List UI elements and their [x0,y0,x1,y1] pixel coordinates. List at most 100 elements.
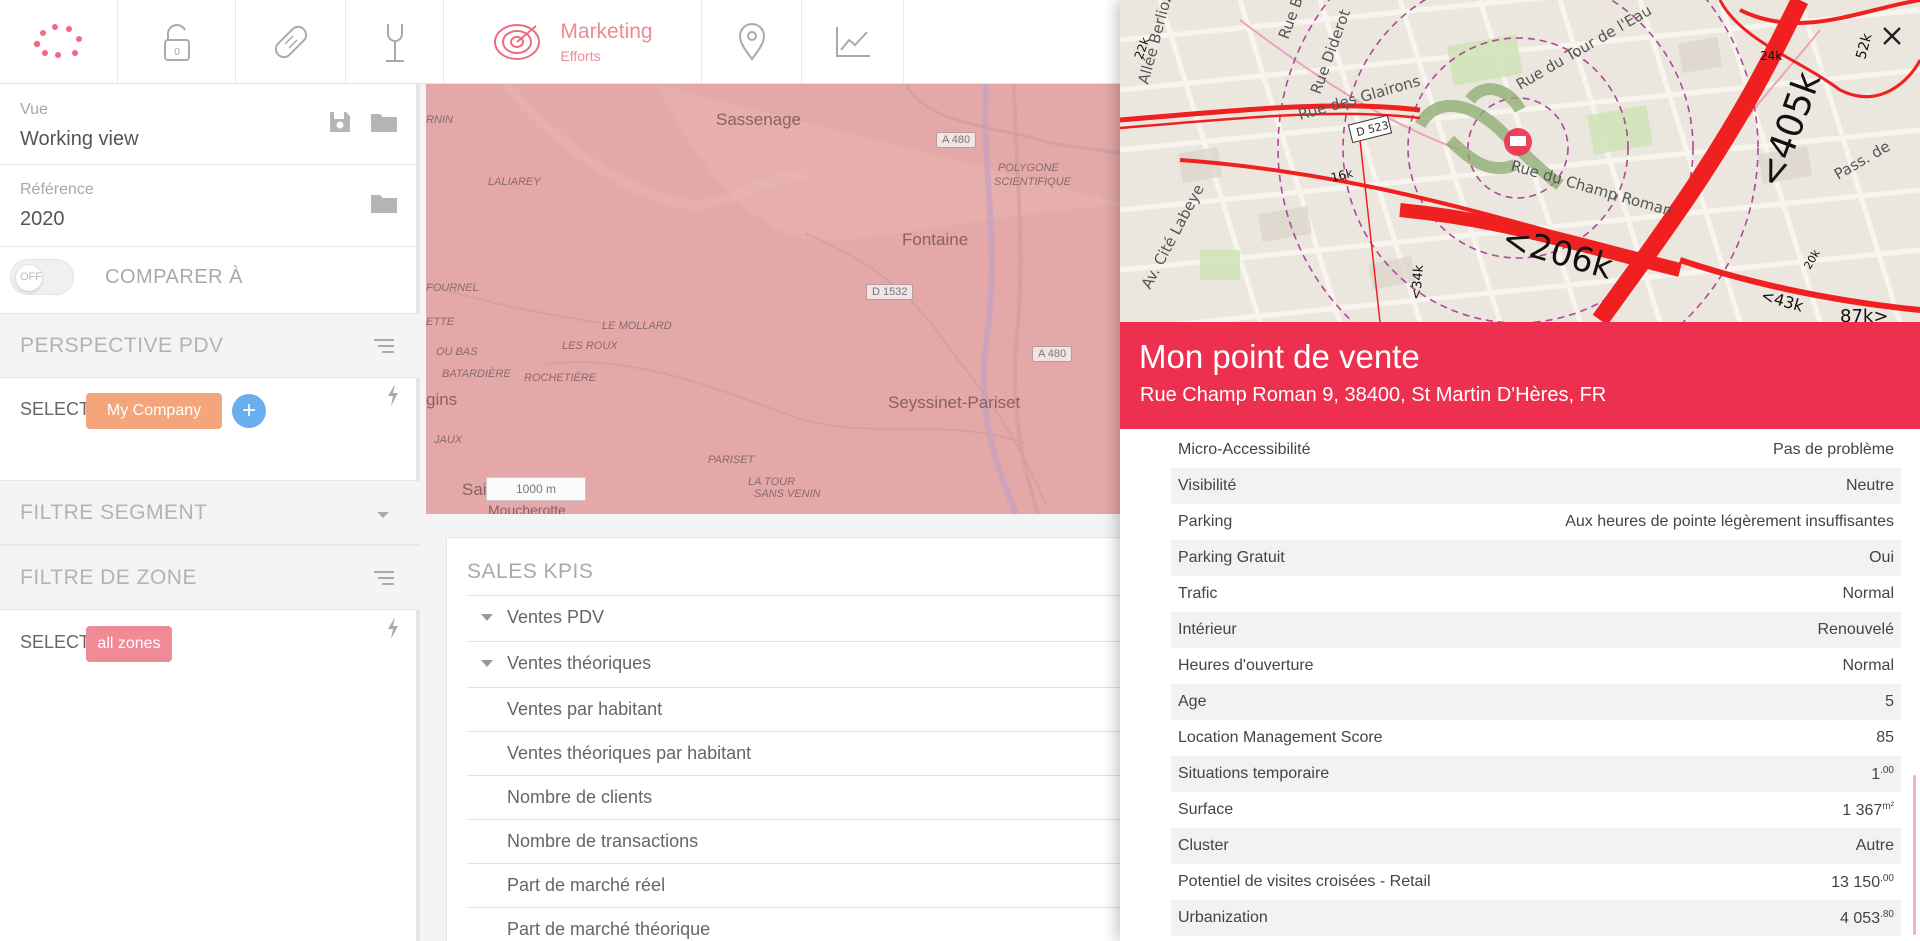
attribute-row: Age 5 [1171,684,1901,720]
nav-tools[interactable] [346,0,444,84]
chevron-down-icon[interactable] [376,511,390,519]
attribute-value: Autre [1855,837,1894,854]
street-label: Rue du Champ Roman [1509,157,1675,220]
map-features [426,84,1126,514]
add-button[interactable]: + [232,394,266,428]
attribute-value: Renouvelé [1817,621,1895,638]
zones-chip[interactable]: all zones [86,626,172,662]
kpi-row[interactable]: Nombre de transactions [467,819,1147,863]
traffic-value: 24k [1760,49,1782,63]
reference-value[interactable]: 2020 [20,208,65,231]
kpi-row[interactable]: Ventes PDV [467,595,1147,639]
nav-lock[interactable]: 0 [118,0,236,84]
sales-kpis-title: SALES KPIS [467,560,594,583]
map-locality-label: BATARDIÈRE [442,368,511,380]
kpi-row[interactable]: Part de marché réel [467,863,1147,907]
map-place-label: Moucherotte [488,502,566,514]
attribute-row: Situations temporaire 1.00 [1171,756,1901,792]
segment-filter-header[interactable]: FILTRE SEGMENT [0,480,420,545]
attribute-row: Heures d'ouverture Normal [1171,648,1901,684]
sales-kpis-panel: SALES KPIS Ventes PDV Ventes théoriques … [446,537,1147,941]
lightning-icon[interactable] [386,616,400,640]
zone-filter-header[interactable]: FILTRE DE ZONE [0,545,420,610]
target-icon [494,24,541,60]
traffic-value: 87k> [1840,306,1888,322]
store-location-map[interactable]: Rue des Glairons Rue Diderot Av. Cité La… [1120,0,1920,322]
lightning-icon[interactable] [386,383,400,407]
kpi-row[interactable]: Part de marché théorique [467,907,1147,941]
attribute-label: Age [1178,693,1207,710]
attribute-value: Neutre [1845,477,1894,494]
compare-label: COMPARER À [105,266,243,288]
attribute-value: 13 150 [1831,873,1881,891]
kpi-row[interactable]: Ventes théoriques [467,641,1147,685]
attribute-value-suffix: m² [1882,800,1894,812]
logo-icon [33,24,82,58]
separator [0,164,420,165]
kpi-row[interactable]: Nombre de clients [467,775,1147,819]
caret-down-icon [481,614,493,621]
nav-tag[interactable] [236,0,346,84]
map-locality-label: POLYGONE [998,162,1059,174]
store-header: Mon point de vente Rue Champ Roman 9, 38… [1120,322,1920,429]
attribute-label: Heures d'ouverture [1178,657,1314,674]
map-place-label: Sassenage [716,110,802,129]
map-scale: 1000 m [486,477,586,501]
main-map[interactable]: Sassenage Fontaine Seyssinet-Pariset RNI… [426,84,1126,514]
attribute-value: Normal [1842,585,1894,602]
vue-value[interactable]: Working view [20,128,139,151]
attribute-value: 4 053 [1840,909,1881,927]
tag-icon [274,25,307,59]
close-icon[interactable] [1878,22,1906,50]
kpi-row[interactable]: Ventes théoriques par habitant [467,731,1147,775]
map-locality-label: LALIAREY [488,176,541,188]
toggle-state: OFF [20,271,42,283]
top-navigation: 0 Marketing Efforts [0,0,1120,84]
attribute-row: Micro-Accessibilité Pas de problème [1171,432,1901,468]
segment-filter-title: FILTRE SEGMENT [20,501,208,524]
vue-label: Vue [20,101,48,118]
attribute-label: Trafic [1178,585,1218,602]
attribute-value: 1 367 [1842,801,1883,819]
attribute-label: Surface [1178,801,1234,818]
store-address: Rue Champ Roman 9, 38400, St Martin D'Hè… [1140,384,1607,406]
attribute-label: Potentiel de visites croisées - Retail [1178,873,1431,890]
compare-toggle[interactable]: OFF [10,259,74,295]
attribute-row: Parking Aux heures de pointe légèrement i… [1171,504,1901,540]
kpi-row[interactable]: Ventes par habitant [467,687,1147,731]
perspective-header[interactable]: PERSPECTIVE PDV [0,313,420,378]
map-locality-label: LES ROUX [562,340,618,352]
attribute-value-suffix: .00 [1880,764,1894,776]
wrench-icon [385,24,404,62]
kpi-row-label: Ventes PDV [507,607,605,627]
lines-icon[interactable] [372,570,396,586]
panel-scrollbar[interactable] [1913,775,1916,935]
attribute-row: Cluster Autre [1171,828,1901,864]
kpi-row-label: Part de marché théorique [507,919,711,939]
nav-location[interactable] [702,0,802,84]
map-locality-label: JAUX [434,434,463,446]
folder-icon[interactable] [370,111,398,133]
save-icon[interactable] [328,110,352,134]
attribute-row: Urbanization 4 053.80 [1171,900,1901,936]
perspective-title: PERSPECTIVE PDV [20,334,224,357]
map-locality-label: OU BAS [436,346,478,358]
nav-analytics[interactable] [802,0,904,84]
map-place-label: gins [426,390,458,409]
nav-marketing[interactable]: Marketing Efforts [444,0,702,84]
attribute-value-suffix: .00 [1880,872,1894,884]
street-label: Pass. de [1831,137,1893,183]
reference-label: Référence [20,181,94,198]
select-label: SELECT [20,632,91,652]
kpi-row-label: Nombre de clients [507,787,653,807]
attribute-label: Parking Gratuit [1178,549,1285,566]
attribute-label: Intérieur [1178,621,1237,638]
company-chip[interactable]: My Company [86,393,222,429]
folder-icon[interactable] [370,192,398,214]
lines-icon[interactable] [372,338,396,354]
zone-filter-title: FILTRE DE ZONE [20,566,197,589]
road-badge: A 480 [936,132,977,148]
nav-logo[interactable] [0,0,118,84]
store-title: Mon point de vente [1139,338,1420,375]
map-place-label: Fontaine [902,230,969,249]
